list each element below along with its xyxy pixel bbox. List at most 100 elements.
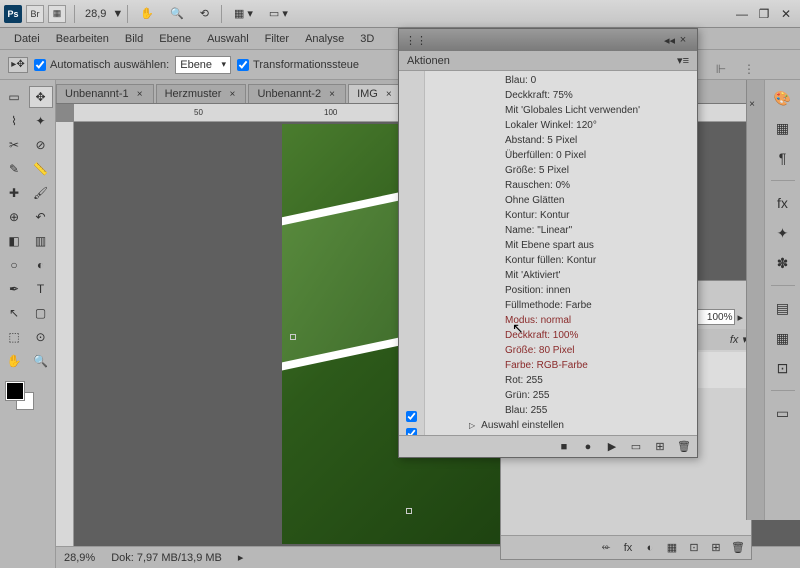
styles-panel-icon[interactable]: ¶ <box>771 146 795 170</box>
transform-handle[interactable] <box>406 508 412 514</box>
doc-close-button[interactable]: ✕ <box>776 6 796 22</box>
tab-doc-3[interactable]: Unbenannt-2× <box>248 84 346 103</box>
action-step[interactable]: Ohne Glätten <box>425 193 697 208</box>
gradient-tool[interactable]: ▥ <box>29 230 53 252</box>
tab-doc-2[interactable]: Herzmuster× <box>156 84 247 103</box>
screen-layout-icon[interactable]: ▭ ▾ <box>263 5 294 22</box>
close-icon[interactable]: × <box>675 33 691 47</box>
action-step[interactable]: Blau: 255 <box>425 403 697 418</box>
action-step[interactable]: Mit Ebene spart aus <box>425 238 697 253</box>
transform-checkbox[interactable]: Transformationssteue <box>237 59 359 71</box>
action-step[interactable]: Überfüllen: 0 Pixel <box>425 148 697 163</box>
menu-edit[interactable]: Bearbeiten <box>48 31 117 47</box>
auto-select-input[interactable] <box>34 59 46 71</box>
action-step[interactable]: Blau: 0 <box>425 73 697 88</box>
path-tool[interactable]: ↖ <box>2 302 26 324</box>
trash-icon[interactable]: 🗑 <box>677 440 691 454</box>
swatches-panel-icon[interactable]: ▦ <box>771 116 795 140</box>
shape-tool[interactable]: ▢ <box>29 302 53 324</box>
stamp-tool[interactable]: ⊕ <box>2 206 26 228</box>
color-swatches[interactable] <box>2 380 53 410</box>
paths-panel-icon[interactable]: ⊡ <box>771 356 795 380</box>
eraser-tool[interactable]: ◧ <box>2 230 26 252</box>
channels-panel-icon[interactable]: ▦ <box>771 326 795 350</box>
action-step[interactable]: Farbe: RGB-Farbe <box>425 358 697 373</box>
action-step[interactable]: Name: "Linear" <box>425 223 697 238</box>
close-icon[interactable]: × <box>384 89 394 99</box>
zoom-tool[interactable]: 🔍 <box>29 350 53 372</box>
action-step[interactable]: Kontur: Kontur <box>425 208 697 223</box>
action-step[interactable]: Rauschen: 0% <box>425 178 697 193</box>
3d-tool[interactable]: ⬚ <box>2 326 26 348</box>
adjustments-panel-icon[interactable]: ✦ <box>771 221 795 245</box>
doc-minimize-button[interactable]: — <box>732 6 752 22</box>
action-step[interactable]: Mit 'Globales Licht verwenden' <box>425 103 697 118</box>
hand-tool-icon[interactable]: ✋ <box>134 5 160 22</box>
slice-tool[interactable]: ⊘ <box>29 134 53 156</box>
fx-panel-icon[interactable]: fx <box>771 191 795 215</box>
brush-tool[interactable]: 🖌 <box>29 182 53 204</box>
bridge-icon[interactable]: Br <box>26 5 44 23</box>
action-step[interactable]: Deckkraft: 100% <box>425 328 697 343</box>
history-panel-icon[interactable]: ▭ <box>771 401 795 425</box>
action-item[interactable]: Auswahl einstellen <box>425 418 697 433</box>
auto-select-checkbox[interactable]: Automatisch auswählen: <box>34 59 169 71</box>
foreground-color[interactable] <box>6 382 24 400</box>
stop-icon[interactable]: ■ <box>557 440 571 454</box>
status-menu-icon[interactable]: ▸ <box>238 551 244 564</box>
status-doc-size[interactable]: Dok: 7,97 MB/13,9 MB <box>111 552 222 564</box>
group-icon[interactable]: ⊡ <box>687 541 701 555</box>
action-step[interactable]: Mit 'Aktiviert' <box>425 268 697 283</box>
wand-tool[interactable]: ✦ <box>29 110 53 132</box>
history-brush-tool[interactable]: ↶ <box>29 206 53 228</box>
panel-menu-icon[interactable]: ▾≡ <box>677 54 689 67</box>
action-step[interactable]: Deckkraft: 75% <box>425 88 697 103</box>
zoom-level[interactable]: 28,9 <box>79 8 112 20</box>
actions-list[interactable]: Blau: 0 Deckkraft: 75% Mit 'Globales Lic… <box>425 71 697 435</box>
action-step[interactable]: Abstand: 5 Pixel <box>425 133 697 148</box>
layers-panel-icon[interactable]: ▤ <box>771 296 795 320</box>
play-icon[interactable]: ▶ <box>605 440 619 454</box>
menu-layer[interactable]: Ebene <box>151 31 199 47</box>
action-step[interactable]: Größe: 80 Pixel <box>425 343 697 358</box>
collapse-icon[interactable]: ◂◂ <box>664 34 675 47</box>
dock-collapse-strip[interactable] <box>746 80 764 520</box>
tab-overflow-icon[interactable]: × <box>744 96 760 112</box>
photoshop-icon[interactable]: Ps <box>4 5 22 23</box>
doc-restore-button[interactable]: ❐ <box>754 6 774 22</box>
link-icon[interactable]: ⬰ <box>599 541 613 555</box>
action-step[interactable]: Größe: 5 Pixel <box>425 163 697 178</box>
mask-icon[interactable]: ◐ <box>643 541 657 555</box>
action-step[interactable]: Füllmethode: Farbe <box>425 298 697 313</box>
new-set-icon[interactable]: ▭ <box>629 440 643 454</box>
menu-analysis[interactable]: Analyse <box>297 31 352 47</box>
action-step[interactable]: Lokaler Winkel: 120° <box>425 118 697 133</box>
panel-grip-icon[interactable]: ⋮⋮ <box>405 34 427 47</box>
align-icon[interactable]: ⊩ <box>710 60 732 78</box>
close-icon[interactable]: × <box>327 89 337 99</box>
menu-image[interactable]: Bild <box>117 31 151 47</box>
transform-handle[interactable] <box>290 334 296 340</box>
panel-tab[interactable]: Aktionen ▾≡ <box>399 51 697 71</box>
camera-tool[interactable]: ⊙ <box>29 326 53 348</box>
new-layer-icon[interactable]: ⊞ <box>709 541 723 555</box>
action-step[interactable]: Rot: 255 <box>425 373 697 388</box>
marquee-tool[interactable]: ▭ <box>2 86 26 108</box>
blur-tool[interactable]: ○ <box>2 254 26 276</box>
menu-select[interactable]: Auswahl <box>199 31 257 47</box>
action-toggle-checkbox[interactable] <box>406 411 417 422</box>
crop-tool[interactable]: ✂ <box>2 134 26 156</box>
lasso-tool[interactable]: ⌇ <box>2 110 26 132</box>
ruler-tool[interactable]: 📏 <box>29 158 53 180</box>
color-panel-icon[interactable]: 🎨 <box>771 86 795 110</box>
masks-panel-icon[interactable]: ✽ <box>771 251 795 275</box>
healing-tool[interactable]: ✚ <box>2 182 26 204</box>
status-zoom[interactable]: 28,9% <box>64 552 95 564</box>
menu-3d[interactable]: 3D <box>352 31 382 47</box>
rotate-view-icon[interactable]: ⟲ <box>194 5 215 22</box>
distribute-icon[interactable]: ⋮ <box>738 60 760 78</box>
screen-mode-icon[interactable]: ▦ <box>48 5 66 23</box>
menu-file[interactable]: Datei <box>6 31 48 47</box>
type-tool[interactable]: T <box>29 278 53 300</box>
eyedropper-tool[interactable]: ✎ <box>2 158 26 180</box>
